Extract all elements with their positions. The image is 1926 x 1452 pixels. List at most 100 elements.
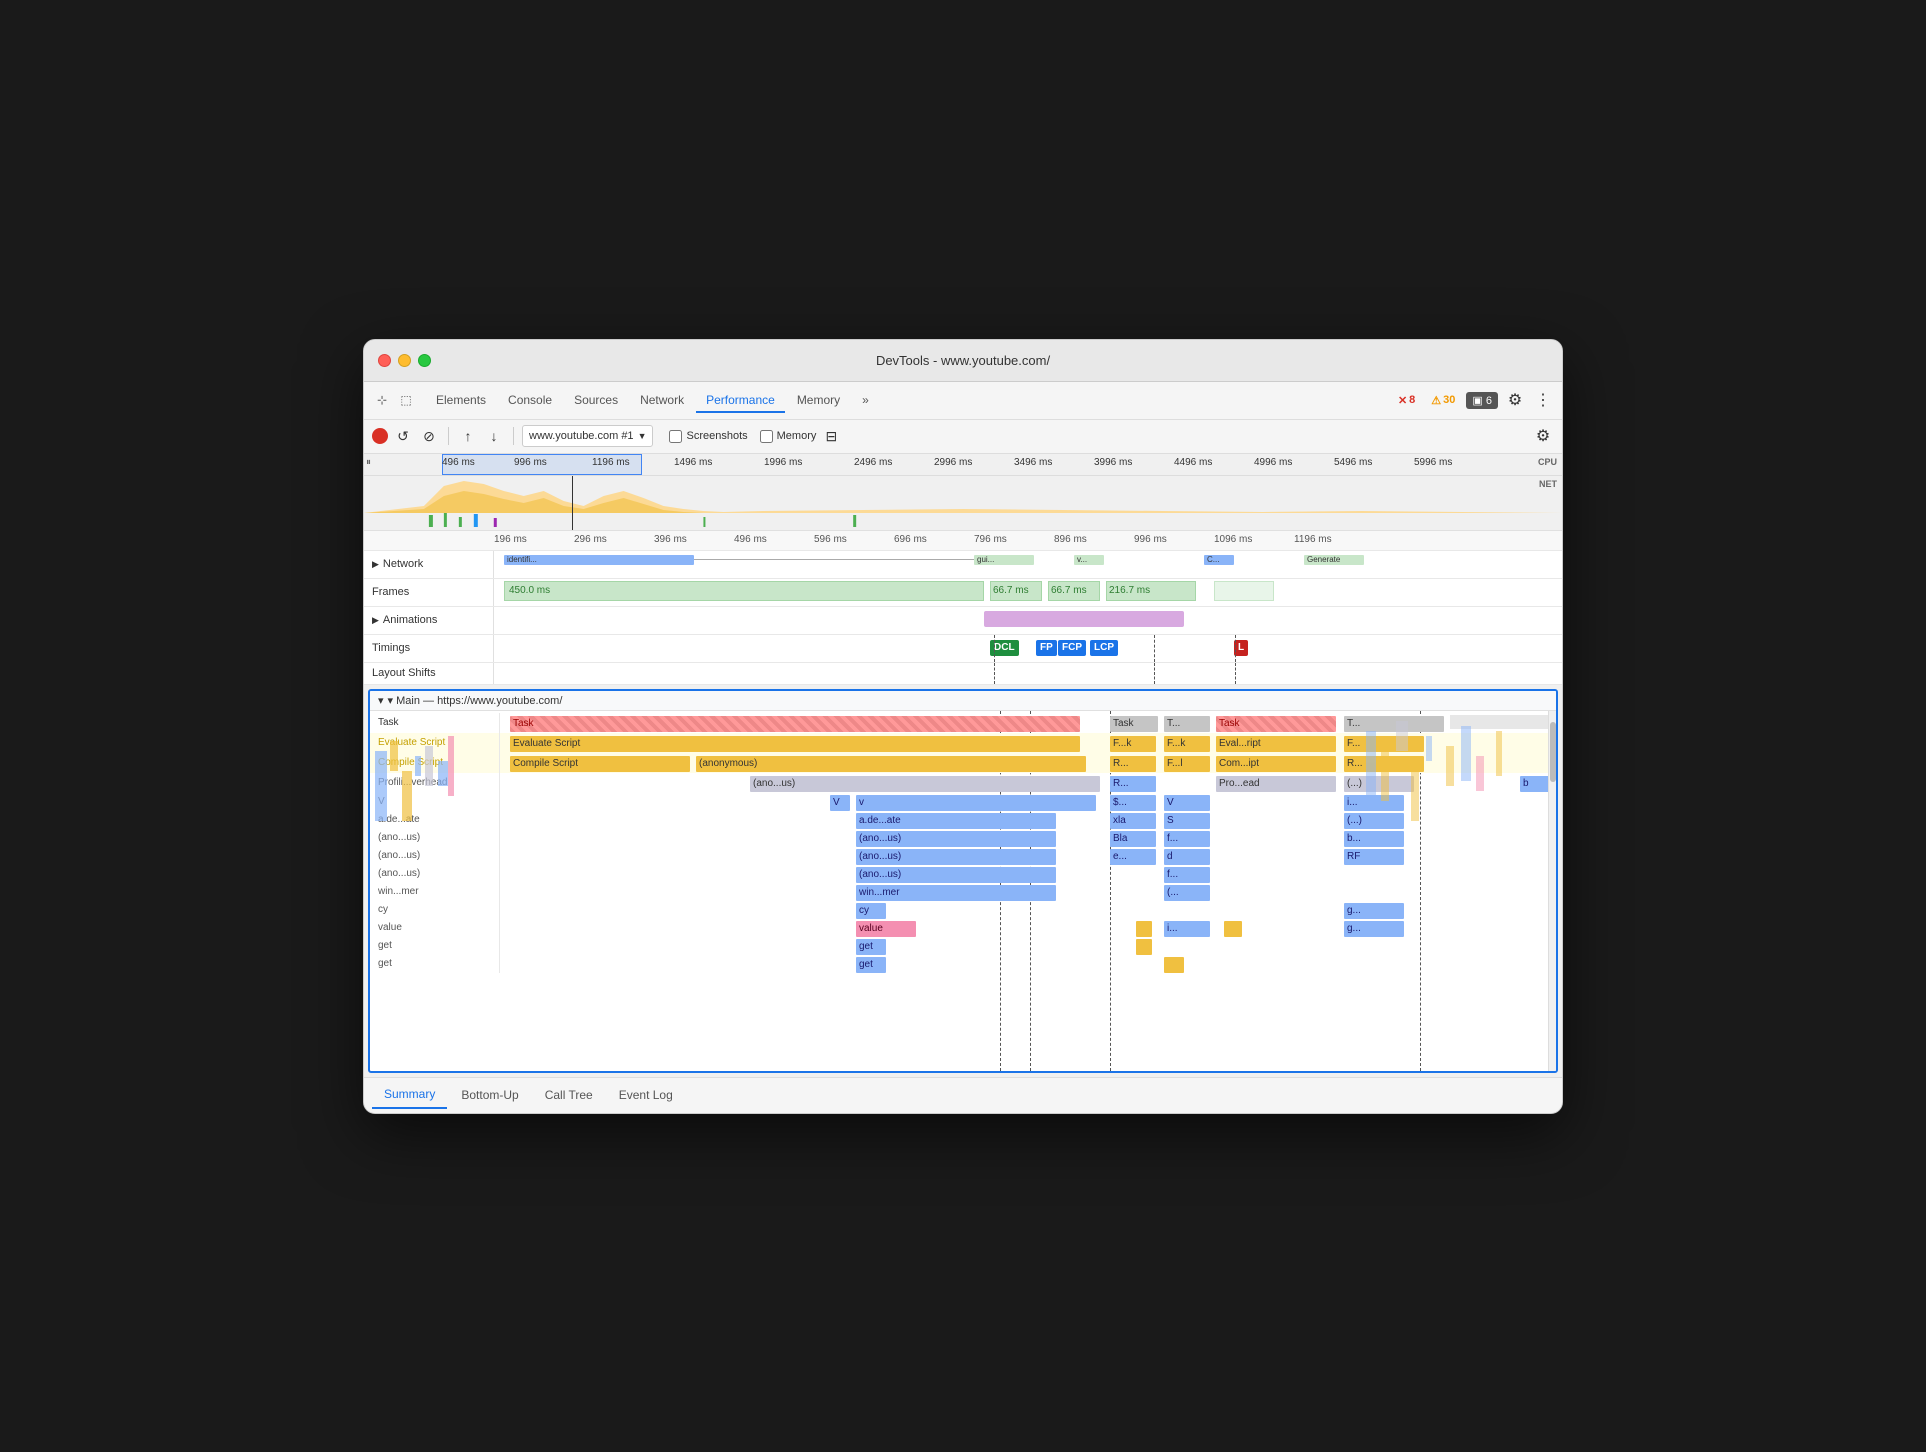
network-bar-4: C... (1204, 555, 1234, 565)
net-label: NET (1539, 479, 1557, 489)
tab-bottom-up[interactable]: Bottom-Up (449, 1082, 530, 1108)
network-expand-icon: ▶ (372, 559, 379, 570)
tab-bar-icons: ⊹ ⬚ (372, 390, 416, 410)
network-track: ▶ Network identifi... gui... v... C... G… (364, 551, 1562, 579)
clear-button[interactable]: ⊘ (418, 425, 440, 447)
settings-button[interactable]: ⚙ (1504, 389, 1526, 411)
close-button[interactable] (378, 354, 391, 367)
cpu-chart (364, 476, 1562, 513)
animations-track: ▶ Animations (364, 607, 1562, 635)
tab-call-tree[interactable]: Call Tree (533, 1082, 605, 1108)
inspect-icon[interactable]: ⊹ (372, 390, 392, 410)
url-selector[interactable]: www.youtube.com #1 ▼ (522, 425, 653, 447)
fc-ade-2: xla (1110, 813, 1156, 829)
fc-cy-1: cy (856, 903, 886, 919)
t2-label-796: 796 ms (974, 534, 1007, 545)
warning-icon: ⚠ (1431, 394, 1441, 407)
maximize-button[interactable] (418, 354, 431, 367)
layout-shifts-label: Layout Shifts (364, 663, 494, 684)
fc-ade-1: a.de...ate (856, 813, 1056, 829)
right-scatter (1356, 711, 1536, 1071)
download-button[interactable]: ↓ (483, 425, 505, 447)
main-flame-section: ▾ ▾ Main — https://www.youtube.com/ Task… (368, 689, 1558, 1073)
title-bar: DevTools - www.youtube.com/ (364, 340, 1562, 382)
minimize-button[interactable] (398, 354, 411, 367)
memory-label: Memory (777, 430, 817, 442)
animations-label[interactable]: ▶ Animations (364, 607, 494, 634)
toolbar: ↺ ⊘ ↑ ↓ www.youtube.com #1 ▼ Screenshots… (364, 420, 1562, 454)
animations-expand-icon: ▶ (372, 615, 379, 626)
animations-label-text: Animations (383, 614, 437, 626)
tab-performance[interactable]: Performance (696, 387, 785, 413)
ls-cursor-2 (1154, 663, 1155, 684)
fc-get1-yellow (1136, 939, 1152, 955)
fc-ano1-3: f... (1164, 831, 1210, 847)
t2-label-1196: 1196 ms (1294, 534, 1332, 545)
tab-sources[interactable]: Sources (564, 387, 628, 413)
tab-elements[interactable]: Elements (426, 387, 496, 413)
fc-ano1-2: Bla (1110, 831, 1156, 847)
fc-win-2: (... (1164, 885, 1210, 901)
fc-val-yellow (1136, 921, 1152, 937)
tab-console[interactable]: Console (498, 387, 562, 413)
net-chart (364, 512, 1562, 530)
network-label[interactable]: ▶ Network (364, 551, 494, 578)
settings-icon-button[interactable]: ⚙ (1532, 425, 1554, 447)
row-label-task: Task (370, 713, 500, 733)
memory-icon-button[interactable]: ⊟ (820, 425, 842, 447)
frame-bar-3: 66.7 ms (1048, 581, 1100, 601)
reload-profile-button[interactable]: ↺ (392, 425, 414, 447)
fc-val-1: value (856, 921, 916, 937)
fc-ano3-1: (ano...us) (856, 867, 1056, 883)
t2-label-1096: 1096 ms (1214, 534, 1252, 545)
t2-label-696: 696 ms (894, 534, 927, 545)
timings-track: Timings DCL FP FCP LCP L (364, 635, 1562, 663)
tab-event-log[interactable]: Event Log (607, 1082, 685, 1108)
network-bar-3: v... (1074, 555, 1104, 565)
time-label-2996: 2996 ms (934, 457, 972, 468)
flame-expand-icon: ▾ (378, 694, 384, 707)
memory-checkbox[interactable] (760, 430, 773, 443)
device-icon[interactable]: ⬚ (396, 390, 416, 410)
layout-shifts-label-text: Layout Shifts (372, 667, 436, 679)
lcp-badge: LCP (1090, 640, 1118, 656)
devtools-window: DevTools - www.youtube.com/ ⊹ ⬚ Elements… (363, 339, 1563, 1114)
tab-summary[interactable]: Summary (372, 1081, 447, 1109)
time-label-1996: 1996 ms (764, 457, 802, 468)
info-icon: ▣ (1472, 395, 1485, 407)
time-label-3996: 3996 ms (1094, 457, 1132, 468)
layout-shifts-content (494, 663, 1562, 684)
frames-track: Frames 450.0 ms 66.7 ms 66.7 ms 216.7 ms (364, 579, 1562, 607)
animations-content (494, 607, 1562, 634)
frame-bar-4: 216.7 ms (1106, 581, 1196, 601)
mini-charts: NET (364, 476, 1562, 531)
record-button[interactable] (372, 428, 388, 444)
t2-label-396: 396 ms (654, 534, 687, 545)
t2-label-596: 596 ms (814, 534, 847, 545)
network-line (694, 559, 974, 560)
scrollbar-thumb[interactable] (1550, 722, 1556, 782)
t2-label-996: 996 ms (1134, 534, 1167, 545)
upload-button[interactable]: ↑ (457, 425, 479, 447)
time-label-5496: 5496 ms (1334, 457, 1372, 468)
memory-checkbox-label[interactable]: Memory (760, 430, 817, 443)
error-count: 8 (1409, 394, 1415, 406)
lcp-cursor-2 (1154, 635, 1155, 662)
tab-more[interactable]: » (852, 387, 879, 413)
flame-content[interactable]: Task Task Task T... Task T... Evaluate S… (370, 711, 1556, 1071)
fc-task-2: Task (1110, 716, 1158, 732)
time-label-5996: 5996 ms (1414, 457, 1452, 468)
ls-cursor-1 (994, 663, 995, 684)
scrollbar[interactable] (1548, 711, 1556, 1071)
time-label-996: 996 ms (514, 457, 547, 468)
timings-content: DCL FP FCP LCP L (494, 635, 1562, 662)
screenshots-checkbox-label[interactable]: Screenshots (669, 430, 747, 443)
more-options-button[interactable]: ⋮ (1532, 389, 1554, 411)
fc-eval-4: Eval...ript (1216, 736, 1336, 752)
frames-content: 450.0 ms 66.7 ms 66.7 ms 216.7 ms (494, 579, 1562, 606)
fc-comp-2: (anonymous) (696, 756, 1086, 772)
tab-network[interactable]: Network (630, 387, 694, 413)
tab-memory[interactable]: Memory (787, 387, 850, 413)
window-title: DevTools - www.youtube.com/ (876, 353, 1050, 368)
screenshots-checkbox[interactable] (669, 430, 682, 443)
